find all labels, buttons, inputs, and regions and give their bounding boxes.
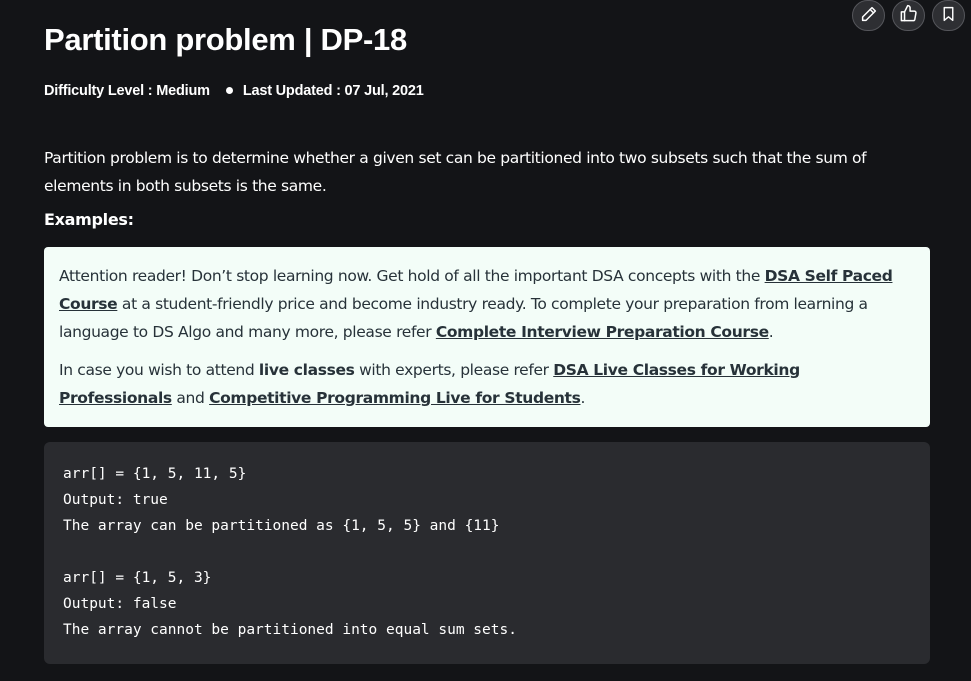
difficulty-level: Difficulty Level : Medium: [44, 83, 210, 99]
bookmark-button[interactable]: [932, 0, 965, 31]
like-button[interactable]: [892, 0, 925, 31]
article-meta: Difficulty Level : Medium Last Updated : …: [44, 83, 424, 99]
pencil-icon: [860, 5, 878, 27]
attention-text: In case you wish to attend: [59, 361, 259, 379]
code-line: Output: false: [63, 596, 186, 612]
code-line: Output: true: [63, 492, 177, 508]
bookmark-icon: [940, 5, 957, 27]
attention-text: .: [768, 323, 774, 341]
article-actions: [852, 0, 965, 31]
attention-paragraph-2: In case you wish to attend live classes …: [59, 356, 915, 412]
competitive-programming-link[interactable]: Competitive Programming Live for Student…: [209, 389, 581, 407]
attention-text: Attention reader! Don’t stop learning no…: [59, 267, 765, 285]
code-line: The array cannot be partitioned into equ…: [63, 622, 517, 638]
examples-heading: Examples:: [44, 210, 134, 229]
attention-box: Attention reader! Don’t stop learning no…: [44, 247, 930, 427]
edit-button[interactable]: [852, 0, 885, 31]
code-line: The array can be partitioned as {1, 5, 5…: [63, 518, 500, 534]
last-updated: Last Updated : 07 Jul, 2021: [242, 83, 424, 99]
code-line: arr[] = {1, 5, 3}: [63, 570, 212, 586]
attention-text: with experts, please refer: [354, 361, 554, 379]
live-classes-text: live classes: [258, 361, 355, 379]
attention-text: and: [171, 389, 210, 407]
attention-text: .: [580, 389, 586, 407]
complete-interview-prep-link[interactable]: Complete Interview Preparation Course: [436, 323, 769, 341]
page-title: Partition problem | DP-18: [44, 22, 407, 57]
separator-dot: [225, 86, 233, 94]
code-line: arr[] = {1, 5, 11, 5}: [63, 466, 247, 482]
attention-paragraph-1: Attention reader! Don’t stop learning no…: [59, 262, 915, 346]
intro-paragraph: Partition problem is to determine whethe…: [44, 149, 867, 195]
code-example-block: arr[] = {1, 5, 11, 5} Output: true The a…: [44, 442, 930, 664]
thumbs-up-icon: [899, 4, 918, 27]
